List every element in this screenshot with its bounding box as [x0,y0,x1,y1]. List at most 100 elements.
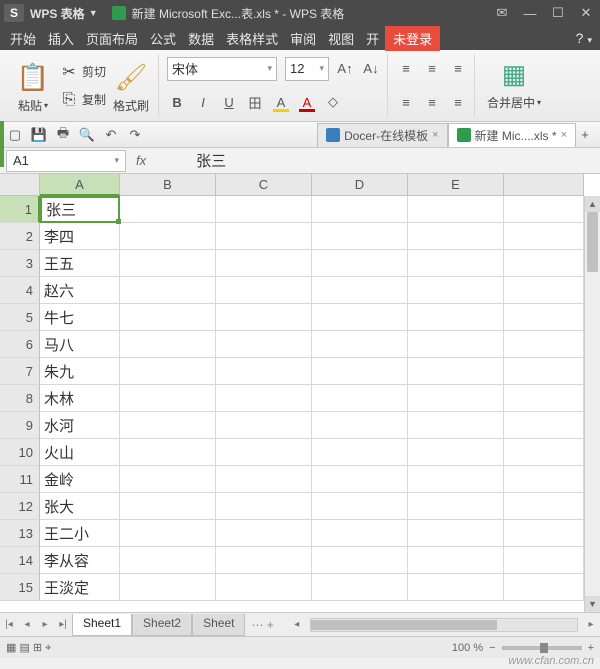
cell-B6[interactable] [120,331,216,358]
sheet-nav-prev-icon[interactable]: ◂ [18,615,36,635]
fill-color-button[interactable]: A [271,92,291,112]
row-header-13[interactable]: 13 [0,520,40,547]
cell-D3[interactable] [312,250,408,277]
login-button[interactable]: 未登录 [385,26,440,51]
cell-E12[interactable] [408,493,504,520]
menu-view[interactable]: 视图 [322,26,360,51]
cell-A1[interactable]: 张三 [40,196,120,223]
cell-D11[interactable] [312,466,408,493]
zoom-in-icon[interactable]: + [588,642,594,654]
cell-C11[interactable] [216,466,312,493]
cell-E1[interactable] [408,196,504,223]
menu-dev[interactable]: 开 [360,26,385,51]
cell-B15[interactable] [120,574,216,601]
cell-C8[interactable] [216,385,312,412]
scroll-thumb[interactable] [311,620,497,630]
cell-D12[interactable] [312,493,408,520]
cell-E7[interactable] [408,358,504,385]
cell-A8[interactable]: 木林 [40,385,120,412]
row-header-5[interactable]: 5 [0,304,40,331]
column-header-C[interactable]: C [216,174,312,196]
align-right-icon[interactable]: ≡ [448,92,468,112]
row-header-4[interactable]: 4 [0,277,40,304]
cell-B11[interactable] [120,466,216,493]
cell-E14[interactable] [408,547,504,574]
merge-center-button[interactable]: ▦ 合并居中▾ [483,54,545,111]
cell-D14[interactable] [312,547,408,574]
row-header-3[interactable]: 3 [0,250,40,277]
font-color-button[interactable]: A [297,92,317,112]
cell-B14[interactable] [120,547,216,574]
vertical-scrollbar[interactable]: ▲ ▼ [584,196,600,612]
cell-C15[interactable] [216,574,312,601]
cell-A6[interactable]: 马八 [40,331,120,358]
cell-C5[interactable] [216,304,312,331]
cell-C13[interactable] [216,520,312,547]
column-header-B[interactable]: B [120,174,216,196]
cell-C4[interactable] [216,277,312,304]
close-button[interactable]: ✕ [572,0,600,26]
horizontal-scrollbar[interactable] [310,618,578,632]
cell-A9[interactable]: 水河 [40,412,120,439]
underline-button[interactable]: U [219,92,239,112]
cell-B13[interactable] [120,520,216,547]
cell-B9[interactable] [120,412,216,439]
font-name-select[interactable]: 宋体▾ [167,57,277,81]
menu-data[interactable]: 数据 [182,26,220,51]
minimize-button[interactable]: — [516,0,544,26]
cell-A11[interactable]: 金岭 [40,466,120,493]
cell-E15[interactable] [408,574,504,601]
font-size-select[interactable]: 12▾ [285,57,329,81]
help-icon[interactable]: ?▾ [568,27,600,49]
copy-button[interactable]: ⎘复制 [58,89,106,111]
tab-active-doc[interactable]: 新建 Mic....xls * × [448,123,576,147]
sheet-tab-3[interactable]: Sheet [192,614,245,636]
cell-B2[interactable] [120,223,216,250]
row-header-15[interactable]: 15 [0,574,40,601]
cell-B8[interactable] [120,385,216,412]
row-header-9[interactable]: 9 [0,412,40,439]
cell-A10[interactable]: 火山 [40,439,120,466]
app-menu-dropdown-icon[interactable]: ▼ [89,8,98,18]
save-icon[interactable]: 💾 [30,126,48,144]
cell-B1[interactable] [120,196,216,223]
cell-B7[interactable] [120,358,216,385]
close-icon[interactable]: × [561,129,567,141]
add-tab-icon[interactable]: + [576,126,594,144]
menu-formula[interactable]: 公式 [144,26,182,51]
undo-icon[interactable]: ↶ [102,126,120,144]
cell-E11[interactable] [408,466,504,493]
cell-E8[interactable] [408,385,504,412]
new-icon[interactable]: ▢ [6,126,24,144]
cell-C14[interactable] [216,547,312,574]
cell-A2[interactable]: 李四 [40,223,120,250]
sheet-nav-first-icon[interactable]: |◂ [0,615,18,635]
cell-A14[interactable]: 李从容 [40,547,120,574]
tab-docer[interactable]: Docer-在线模板 × [317,123,447,147]
row-header-8[interactable]: 8 [0,385,40,412]
sheet-nav-next-icon[interactable]: ▸ [36,615,54,635]
row-header-6[interactable]: 6 [0,331,40,358]
italic-button[interactable]: I [193,92,213,112]
cell-C3[interactable] [216,250,312,277]
add-sheet-button[interactable]: ⋯ + [245,616,279,634]
cell-D9[interactable] [312,412,408,439]
align-left-icon[interactable]: ≡ [396,92,416,112]
cell-E4[interactable] [408,277,504,304]
row-header-12[interactable]: 12 [0,493,40,520]
cell-D1[interactable] [312,196,408,223]
hscroll-left-icon[interactable]: ◂ [288,615,306,635]
cell-A5[interactable]: 牛七 [40,304,120,331]
cell-B5[interactable] [120,304,216,331]
row-header-7[interactable]: 7 [0,358,40,385]
cell-A13[interactable]: 王二小 [40,520,120,547]
column-header-A[interactable]: A [40,174,120,196]
cell-A4[interactable]: 赵六 [40,277,120,304]
cell-E13[interactable] [408,520,504,547]
clear-format-button[interactable]: ◇ [323,92,343,112]
cell-D2[interactable] [312,223,408,250]
preview-icon[interactable]: 🔍 [78,126,96,144]
hscroll-right-icon[interactable]: ▸ [582,615,600,635]
menu-table-style[interactable]: 表格样式 [220,26,284,51]
bold-button[interactable]: B [167,92,187,112]
